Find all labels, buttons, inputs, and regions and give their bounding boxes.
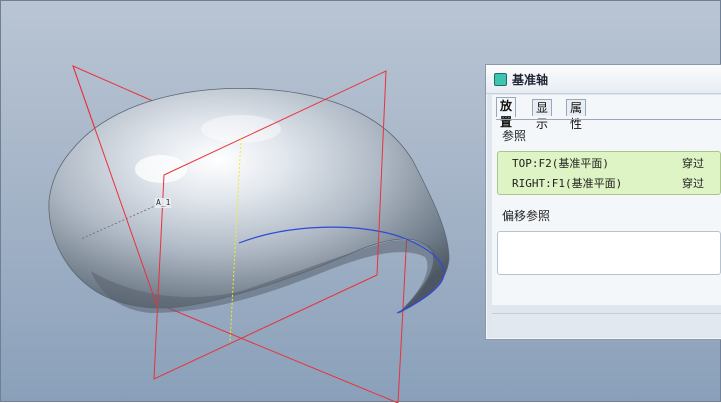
tab-placement[interactable]: 放置: [496, 97, 517, 129]
datum-axis-tag[interactable]: A_1: [155, 198, 172, 208]
references-collector[interactable]: TOP:F2(基准平面) 穿过 RIGHT:F1(基准平面) 穿过: [497, 151, 721, 195]
reference-name: RIGHT:F1(基准平面): [512, 177, 623, 190]
reference-name: TOP:F2(基准平面): [512, 157, 609, 170]
reference-row[interactable]: TOP:F2(基准平面) 穿过: [498, 152, 720, 172]
reference-row[interactable]: RIGHT:F1(基准平面) 穿过: [498, 172, 720, 192]
surface-highlight: [135, 155, 187, 183]
offset-references-collector[interactable]: [497, 231, 721, 275]
datum-axis-icon: [494, 73, 507, 86]
offset-references-label: 偏移参照: [502, 209, 551, 223]
references-label: 参照: [502, 129, 527, 143]
dialog-footer: [492, 313, 721, 336]
reference-constraint-type[interactable]: 穿过: [682, 155, 704, 171]
tab-properties[interactable]: 属性: [566, 99, 587, 131]
tab-display[interactable]: 显示: [532, 99, 553, 131]
reference-constraint-type[interactable]: 穿过: [682, 175, 704, 191]
tab-divider: [496, 119, 721, 120]
datum-axis-dialog[interactable]: 基准轴 放置 显示 属性 参照 TOP:F2(基准平面) 穿过 RIGHT:F1…: [485, 64, 721, 340]
dialog-title: 基准轴: [512, 73, 549, 87]
dialog-titlebar[interactable]: 基准轴: [486, 65, 721, 94]
dialog-body: 放置 显示 属性 参照 TOP:F2(基准平面) 穿过 RIGHT:F1(基准平…: [492, 95, 721, 305]
